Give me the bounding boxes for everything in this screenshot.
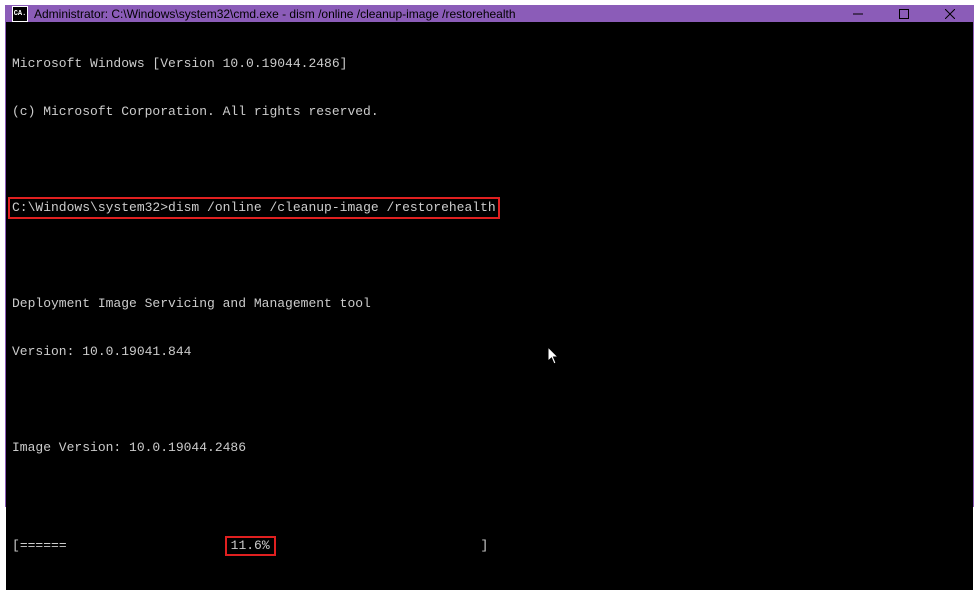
- cmd-window: CA. Administrator: C:\Windows\system32\c…: [5, 5, 974, 507]
- version-line: Microsoft Windows [Version 10.0.19044.24…: [12, 56, 967, 72]
- blank-line: [12, 248, 967, 264]
- titlebar[interactable]: CA. Administrator: C:\Windows\system32\c…: [6, 6, 973, 22]
- progress-bar-empty: [278, 538, 481, 554]
- progress-bar-fill: ======: [20, 538, 223, 554]
- blank-line: [12, 152, 967, 168]
- maximize-button[interactable]: [881, 6, 927, 22]
- progress-open-bracket: [: [12, 538, 20, 554]
- cmd-icon-label: CA.: [14, 10, 27, 18]
- progress-line: [====== 11.6% ]: [12, 536, 967, 556]
- image-version-line: Image Version: 10.0.19044.2486: [12, 440, 967, 456]
- progress-close-bracket: ]: [481, 538, 489, 554]
- copyright-line: (c) Microsoft Corporation. All rights re…: [12, 104, 967, 120]
- cmd-icon: CA.: [12, 6, 28, 22]
- blank-line: [12, 488, 967, 504]
- close-button[interactable]: [927, 6, 973, 22]
- command-text: dism /online /cleanup-image /restoreheal…: [168, 200, 496, 215]
- progress-percent: 11.6%: [231, 538, 270, 553]
- command-line: C:\Windows\system32>dism /online /cleanu…: [12, 200, 967, 216]
- command-highlight: C:\Windows\system32>dism /online /cleanu…: [8, 197, 500, 219]
- prompt-text: C:\Windows\system32>: [12, 200, 168, 215]
- dism-version-line: Version: 10.0.19041.844: [12, 344, 967, 360]
- dism-title-line: Deployment Image Servicing and Managemen…: [12, 296, 967, 312]
- window-title: Administrator: C:\Windows\system32\cmd.e…: [34, 7, 835, 21]
- progress-percent-highlight: 11.6%: [225, 536, 276, 556]
- terminal-body[interactable]: Microsoft Windows [Version 10.0.19044.24…: [6, 22, 973, 590]
- blank-line: [12, 392, 967, 408]
- minimize-button[interactable]: [835, 6, 881, 22]
- window-controls: [835, 6, 973, 22]
